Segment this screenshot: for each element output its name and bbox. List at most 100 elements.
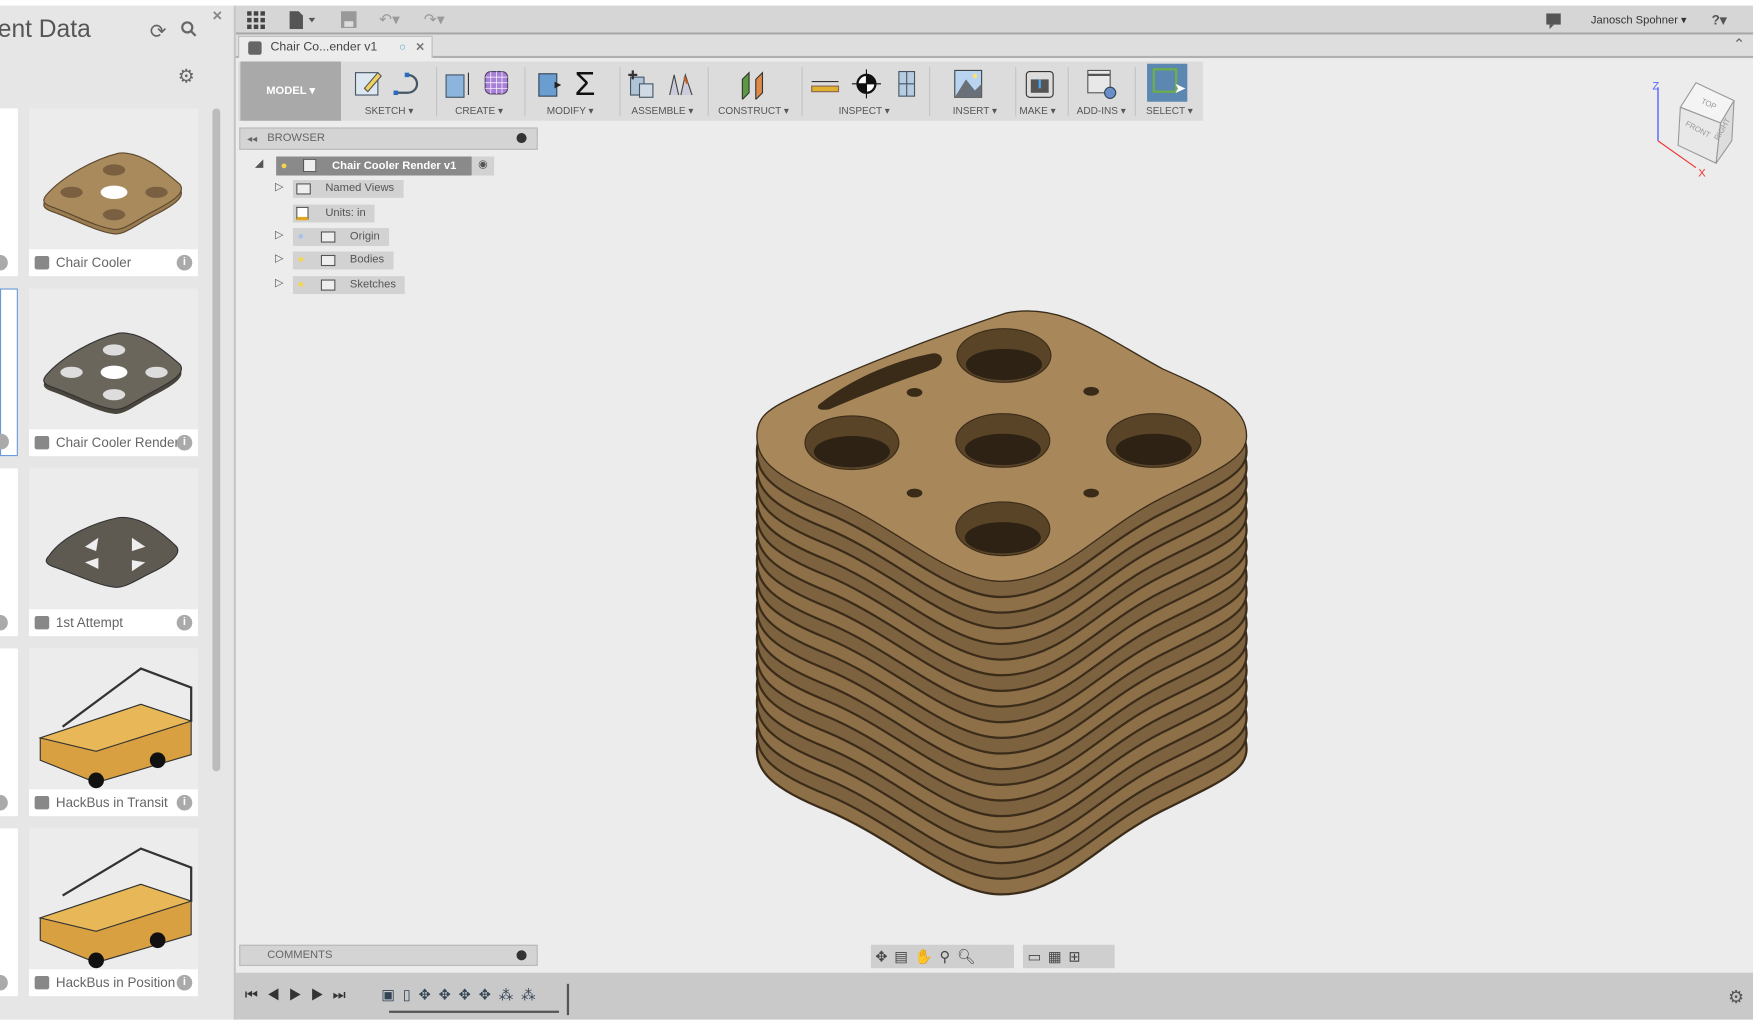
info-icon[interactable] — [0, 974, 8, 991]
pattern-feature-icon[interactable]: ⁂ — [521, 986, 543, 1003]
sketch-feature-icon[interactable]: ▣ — [381, 986, 403, 1003]
cup-hole-depth — [1115, 433, 1192, 466]
thumbnail-gray-triangle-plate — [45, 517, 179, 588]
pan-icon[interactable]: ✋ — [915, 948, 940, 965]
cup-hole-depth — [813, 436, 890, 468]
design-icon — [34, 616, 50, 630]
step-forward-icon[interactable]: ▶ — [311, 986, 333, 1003]
info-icon[interactable]: i — [176, 614, 193, 631]
application-bar: ↶▾ ↷▾ Janosch Spohner ▾ ?▾ — [235, 5, 1753, 35]
partial-card[interactable] — [0, 108, 18, 277]
playback-controls[interactable]: ⏮◀▶▶⏭ — [245, 986, 355, 1004]
app-grid-icon[interactable] — [247, 11, 265, 30]
viewcube[interactable]: Z X TOP FRONT RIGHT — [1642, 76, 1743, 182]
refresh-icon[interactable]: ⟳ — [150, 21, 167, 41]
close-icon[interactable]: × — [212, 8, 222, 25]
look-at-icon[interactable]: ▤ — [894, 948, 914, 965]
card-label: Chair Cooler Render i — [29, 429, 198, 457]
info-icon[interactable] — [0, 614, 8, 631]
scrollbar[interactable] — [212, 108, 221, 772]
go-to-end-icon[interactable]: ⏭ — [333, 986, 355, 1003]
user-menu[interactable]: Janosch Spohner ▾ — [1591, 15, 1687, 27]
undo-icon[interactable]: ↶▾ — [379, 11, 400, 27]
info-icon[interactable]: i — [176, 974, 193, 991]
move-feature-icon[interactable]: ✥ — [419, 986, 439, 1003]
info-icon[interactable]: i — [176, 434, 193, 451]
card-label: 1st Attempt i — [29, 609, 198, 637]
design-icon — [34, 436, 50, 450]
redo-icon[interactable]: ↷▾ — [424, 11, 445, 27]
display-toolbar: ▭▦⊞ — [1022, 944, 1115, 969]
thumbnail-gray-plate — [43, 332, 182, 414]
info-icon[interactable]: i — [176, 794, 193, 811]
save-icon[interactable] — [340, 11, 357, 28]
fit-icon[interactable]: 🔍︎ — [957, 948, 982, 965]
chair-cooler-model[interactable] — [236, 58, 1753, 973]
gear-icon[interactable]: ⚙ — [178, 67, 195, 86]
screw-hole — [1083, 386, 1099, 396]
notifications-icon[interactable] — [1546, 13, 1562, 30]
move-feature-icon[interactable]: ✥ — [439, 986, 459, 1003]
step-back-icon[interactable]: ◀ — [267, 986, 289, 1003]
design-card[interactable]: Chair Cooler Render i — [29, 288, 198, 457]
extrude-feature-icon[interactable]: ▯ — [403, 986, 419, 1003]
unsaved-indicator-icon: ○ — [399, 41, 406, 54]
design-card[interactable]: 1st Attempt i — [29, 468, 198, 637]
timeline-settings-icon[interactable]: ⚙ — [1728, 986, 1744, 1008]
navigation-toolbar: ✥▤✋⚲🔍︎ — [870, 944, 1015, 969]
partial-card[interactable] — [0, 828, 18, 997]
timeline-features[interactable]: ▣▯✥✥✥✥⁂⁂ — [381, 986, 543, 1004]
design-card[interactable]: Chair Cooler i — [29, 108, 198, 277]
pattern-feature-icon[interactable]: ⁂ — [499, 986, 521, 1003]
grid-settings-icon[interactable]: ▦ — [1048, 948, 1068, 965]
design-icon — [34, 256, 50, 270]
design-icon — [34, 976, 50, 990]
design-icon — [248, 41, 262, 55]
comments-panel-header[interactable]: COMMENTS — [239, 944, 538, 966]
display-settings-icon[interactable]: ▭ — [1027, 948, 1047, 965]
search-icon[interactable] — [181, 21, 197, 41]
screw-hole — [906, 387, 923, 397]
data-panel: ent Data ⟳ × ⚙ Chair Cooler i Chair Coole — [0, 5, 234, 1020]
document-tab-bar: Chair Co...ender v1 ○ × ⌃ — [235, 34, 1753, 59]
screw-hole — [906, 488, 923, 498]
play-icon[interactable]: ▶ — [289, 986, 311, 1003]
thumbnail-yellow-bus — [38, 847, 193, 969]
file-menu-icon[interactable] — [289, 11, 319, 30]
timeline: ⏮◀▶▶⏭ ▣▯✥✥✥✥⁂⁂ ⚙ — [235, 972, 1753, 1020]
timeline-marker[interactable] — [566, 983, 570, 1016]
help-menu[interactable]: ?▾ — [1712, 12, 1727, 28]
partial-card[interactable] — [0, 468, 18, 637]
card-label: Chair Cooler i — [29, 249, 198, 277]
data-panel-title: ent Data — [0, 14, 91, 43]
design-icon — [34, 796, 50, 810]
screw-hole — [1083, 488, 1099, 498]
viewport[interactable]: MODEL ▾ SKETCH ▾ CREATE ▾ Σ MODIFY ▾ ASS… — [235, 58, 1753, 973]
cup-hole-depth — [965, 348, 1042, 381]
info-icon[interactable]: i — [176, 254, 193, 271]
zoom-icon[interactable]: ⚲ — [940, 948, 957, 965]
collapse-icon[interactable]: ⌃ — [1733, 36, 1745, 54]
go-to-start-icon[interactable]: ⏮ — [245, 986, 267, 1003]
partial-card[interactable] — [0, 648, 18, 817]
partial-card[interactable] — [0, 288, 18, 457]
expand-comments-icon[interactable] — [516, 950, 527, 961]
info-icon[interactable] — [0, 254, 8, 271]
x-axis-label: X — [1698, 168, 1706, 180]
move-feature-icon[interactable]: ✥ — [479, 986, 499, 1003]
thumbnail-yellow-bus — [38, 667, 193, 789]
document-tab[interactable]: Chair Co...ender v1 ○ × — [238, 35, 433, 59]
cup-hole-depth — [964, 433, 1041, 466]
timeline-track[interactable] — [389, 1010, 559, 1013]
design-card[interactable]: HackBus in Transit i — [29, 648, 198, 817]
card-label: HackBus in Position i — [29, 969, 198, 997]
orbit-icon[interactable]: ✥ — [875, 948, 894, 965]
thumbnail-wood-plate — [43, 152, 182, 235]
close-tab-icon[interactable]: × — [416, 36, 424, 57]
design-card[interactable]: HackBus in Position i — [29, 828, 198, 997]
info-icon[interactable] — [0, 794, 8, 811]
info-icon[interactable] — [0, 433, 9, 450]
viewports-icon[interactable]: ⊞ — [1068, 948, 1087, 965]
move-feature-icon[interactable]: ✥ — [459, 986, 479, 1003]
z-axis-label: Z — [1652, 80, 1659, 92]
